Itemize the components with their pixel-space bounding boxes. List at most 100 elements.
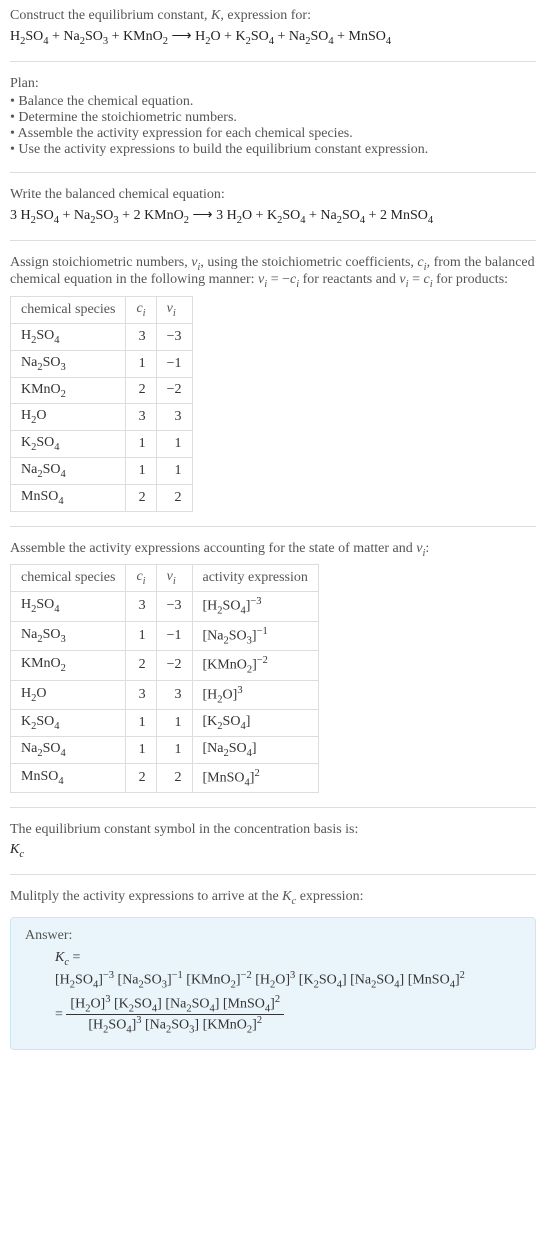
- intro-heading: Construct the equilibrium constant, K, e…: [10, 8, 536, 24]
- col-ci: ci: [126, 297, 156, 324]
- plan-section: Plan: • Balance the chemical equation.• …: [10, 76, 536, 158]
- balanced-section: Write the balanced chemical equation: 3 …: [10, 187, 536, 226]
- plan-bullet: • Balance the chemical equation.: [10, 94, 536, 110]
- cell-vi: −2: [156, 377, 192, 404]
- activity-intro: Assemble the activity expressions accoun…: [10, 541, 536, 559]
- cell-ci: 3: [126, 592, 156, 621]
- table-row: Na2SO411: [11, 457, 193, 484]
- plan-bullet: • Use the activity expressions to build …: [10, 142, 536, 158]
- col-species: chemical species: [11, 297, 126, 324]
- divider: [10, 874, 536, 875]
- table-row: H2SO43−3[H2SO4]−3: [11, 592, 319, 621]
- cell-expr: [K2SO4]: [192, 709, 318, 736]
- cell-ci: 1: [126, 709, 156, 736]
- answer-fraction-line: = [H2O]3 [K2SO4] [Na2SO4] [MnSO4]2 [H2SO…: [55, 994, 521, 1036]
- divider: [10, 807, 536, 808]
- fraction-numerator: [H2O]3 [K2SO4] [Na2SO4] [MnSO4]2: [66, 994, 284, 1014]
- cell-ci: 3: [126, 323, 156, 350]
- cell-species: Na2SO3: [11, 350, 126, 377]
- cell-species: K2SO4: [11, 709, 126, 736]
- col-ci: ci: [126, 565, 156, 592]
- multiply-text: Mulitply the activity expressions to arr…: [10, 889, 536, 907]
- cell-species: KMnO2: [11, 377, 126, 404]
- table-row: K2SO411[K2SO4]: [11, 709, 319, 736]
- cell-ci: 1: [126, 431, 156, 458]
- cell-vi: 1: [156, 457, 192, 484]
- cell-species: H2O: [11, 404, 126, 431]
- col-species: chemical species: [11, 565, 126, 592]
- cell-vi: 3: [156, 404, 192, 431]
- table-row: Na2SO411[Na2SO4]: [11, 736, 319, 763]
- cell-ci: 3: [126, 404, 156, 431]
- col-vi: νi: [156, 565, 192, 592]
- cell-expr: [KMnO2]−2: [192, 651, 318, 680]
- answer-kc-equals: Kc =: [55, 950, 521, 968]
- cell-species: H2O: [11, 680, 126, 709]
- table-row: H2O33: [11, 404, 193, 431]
- cell-vi: 2: [156, 763, 192, 792]
- table-row: MnSO422[MnSO4]2: [11, 763, 319, 792]
- cell-ci: 2: [126, 651, 156, 680]
- table-row: KMnO22−2: [11, 377, 193, 404]
- cell-vi: −1: [156, 621, 192, 650]
- table-row: H2O33[H2O]3: [11, 680, 319, 709]
- cell-ci: 3: [126, 680, 156, 709]
- intro-reaction: H2SO4 + Na2SO3 + KMnO2 ⟶ H2O + K2SO4 + N…: [10, 28, 536, 47]
- table-row: H2SO43−3: [11, 323, 193, 350]
- answer-equals-prefix: =: [55, 1007, 66, 1022]
- cell-species: Na2SO4: [11, 457, 126, 484]
- cell-expr: [MnSO4]2: [192, 763, 318, 792]
- symbol-kc: Kc: [10, 842, 536, 860]
- cell-vi: −3: [156, 323, 192, 350]
- table-row: K2SO411: [11, 431, 193, 458]
- answer-label: Answer:: [25, 928, 521, 944]
- answer-product-line: [H2SO4]−3 [Na2SO3]−1 [KMnO2]−2 [H2O]3 [K…: [55, 970, 521, 990]
- divider: [10, 240, 536, 241]
- cell-expr: [H2O]3: [192, 680, 318, 709]
- cell-ci: 1: [126, 736, 156, 763]
- cell-species: MnSO4: [11, 763, 126, 792]
- cell-species: H2SO4: [11, 592, 126, 621]
- stoich-intro: Assign stoichiometric numbers, νi, using…: [10, 255, 536, 291]
- multiply-section: Mulitply the activity expressions to arr…: [10, 889, 536, 907]
- cell-species: K2SO4: [11, 431, 126, 458]
- plan-bullet: • Determine the stoichiometric numbers.: [10, 110, 536, 126]
- cell-vi: −3: [156, 592, 192, 621]
- cell-expr: [Na2SO4]: [192, 736, 318, 763]
- cell-species: Na2SO4: [11, 736, 126, 763]
- cell-species: Na2SO3: [11, 621, 126, 650]
- cell-expr: [H2SO4]−3: [192, 592, 318, 621]
- table-row: MnSO422: [11, 484, 193, 511]
- cell-ci: 1: [126, 457, 156, 484]
- balanced-heading: Write the balanced chemical equation:: [10, 187, 536, 203]
- fraction-denominator: [H2SO4]3 [Na2SO3] [KMnO2]2: [66, 1014, 284, 1035]
- cell-ci: 2: [126, 484, 156, 511]
- table-row: Na2SO31−1: [11, 350, 193, 377]
- stoich-section: Assign stoichiometric numbers, νi, using…: [10, 255, 536, 512]
- cell-expr: [Na2SO3]−1: [192, 621, 318, 650]
- activity-table: chemical species ci νi activity expressi…: [10, 564, 319, 793]
- divider: [10, 526, 536, 527]
- cell-ci: 2: [126, 763, 156, 792]
- divider: [10, 172, 536, 173]
- answer-box: Answer: Kc = [H2SO4]−3 [Na2SO3]−1 [KMnO2…: [10, 917, 536, 1050]
- cell-ci: 1: [126, 350, 156, 377]
- symbol-line1: The equilibrium constant symbol in the c…: [10, 822, 536, 838]
- intro-section: Construct the equilibrium constant, K, e…: [10, 8, 536, 47]
- plan-title: Plan:: [10, 76, 536, 92]
- cell-vi: 1: [156, 736, 192, 763]
- activity-section: Assemble the activity expressions accoun…: [10, 541, 536, 793]
- cell-vi: −2: [156, 651, 192, 680]
- cell-vi: 1: [156, 709, 192, 736]
- cell-species: MnSO4: [11, 484, 126, 511]
- cell-species: KMnO2: [11, 651, 126, 680]
- answer-fraction: [H2O]3 [K2SO4] [Na2SO4] [MnSO4]2 [H2SO4]…: [66, 994, 284, 1036]
- col-expr: activity expression: [192, 565, 318, 592]
- cell-species: H2SO4: [11, 323, 126, 350]
- plan-bullet: • Assemble the activity expression for e…: [10, 126, 536, 142]
- symbol-section: The equilibrium constant symbol in the c…: [10, 822, 536, 860]
- stoich-table: chemical species ci νi H2SO43−3Na2SO31−1…: [10, 296, 193, 511]
- balanced-equation: 3 H2SO4 + Na2SO3 + 2 KMnO2 ⟶ 3 H2O + K2S…: [10, 207, 536, 226]
- cell-vi: 1: [156, 431, 192, 458]
- cell-ci: 1: [126, 621, 156, 650]
